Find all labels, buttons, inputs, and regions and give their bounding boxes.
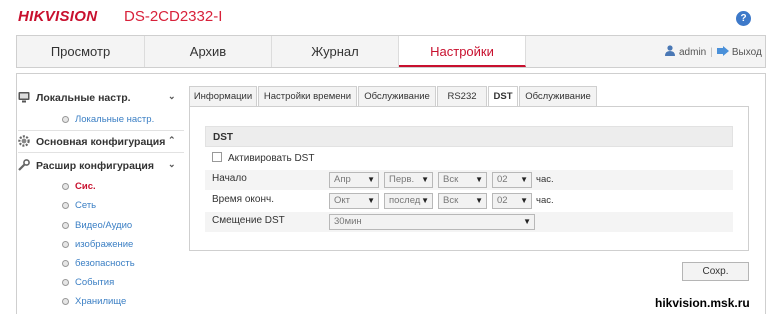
save-button[interactable]: Сохр. [682, 262, 749, 281]
bullet-icon [62, 298, 69, 305]
enable-dst-checkbox[interactable] [212, 152, 222, 162]
enable-dst-label: Активировать DST [228, 153, 315, 164]
logout-icon[interactable] [716, 46, 729, 56]
sidebar-item-image[interactable]: изображение [62, 239, 133, 250]
bullet-icon [62, 116, 69, 123]
gear-icon [18, 135, 30, 147]
end-hour-unit: час. [536, 195, 554, 206]
chevron-down-icon[interactable]: ⌄ [168, 91, 176, 102]
watermark: hikvision.msk.ru [655, 296, 750, 310]
dst-bias-label: Смещение DST [212, 215, 285, 226]
subtab-service[interactable]: Обслуживание [519, 86, 597, 106]
bullet-icon [62, 279, 69, 286]
tab-log[interactable]: Журнал [272, 36, 399, 67]
user-separator: | [710, 47, 713, 58]
logout-link[interactable]: Выход [732, 47, 762, 58]
sidebar-item-local-config[interactable]: Локальные настр. [62, 114, 154, 125]
start-hour-select[interactable]: 02 ▼ [492, 172, 532, 188]
subtab-dst[interactable]: DST [488, 86, 518, 107]
start-day-select[interactable]: Вск ▼ [438, 172, 487, 188]
sidebar-item-system[interactable]: Сис. [62, 181, 96, 192]
dst-bias-select[interactable]: 30мин ▼ [329, 214, 535, 230]
bullet-icon [62, 183, 69, 190]
user-area: admin | Выход [665, 45, 762, 58]
dropdown-arrow-icon: ▼ [421, 175, 429, 184]
end-time-row: Время оконч. Окт ▼ послед ▼ Вск ▼ 02 ▼ час. [205, 191, 733, 211]
tab-live-view[interactable]: Просмотр [17, 36, 145, 67]
chevron-down-icon[interactable]: ⌄ [168, 159, 176, 170]
start-month-select[interactable]: Апр ▼ [329, 172, 379, 188]
subtab-rs232[interactable]: RS232 [437, 86, 487, 106]
start-hour-unit: час. [536, 174, 554, 185]
sidebar-item-video-audio[interactable]: Видео/Аудио [62, 220, 132, 231]
help-icon[interactable]: ? [736, 11, 751, 26]
sidebar-item-network[interactable]: Сеть [62, 200, 96, 211]
bullet-icon [62, 202, 69, 209]
bullet-icon [62, 241, 69, 248]
main-nav: Просмотр Архив Журнал Настройки admin | Вы… [16, 35, 766, 68]
sidebar-divider [18, 130, 184, 131]
dropdown-arrow-icon: ▼ [520, 196, 528, 205]
tab-configuration[interactable]: Настройки [399, 36, 526, 67]
tab-playback[interactable]: Архив [145, 36, 272, 67]
sidebar-item-storage[interactable]: Хранилище [62, 296, 126, 307]
bullet-icon [62, 260, 69, 267]
sidebar-group-advanced[interactable]: Расшир конфигурация ⌄ [18, 159, 176, 172]
enable-dst-row[interactable]: Активировать DST [212, 152, 314, 164]
sidebar-item-events[interactable]: События [62, 277, 114, 288]
dropdown-arrow-icon: ▼ [421, 196, 429, 205]
subtab-maintenance[interactable]: Обслуживание [358, 86, 436, 106]
end-day-select[interactable]: Вск ▼ [438, 193, 487, 209]
brand-logo: HIKVISION [18, 8, 98, 25]
monitor-icon [18, 92, 30, 103]
wrench-icon [18, 159, 30, 171]
sidebar-item-security[interactable]: безопасность [62, 258, 135, 269]
start-time-row: Начало Апр ▼ Перв. ▼ Вск ▼ 02 ▼ час. [205, 170, 733, 190]
dst-bias-row: Смещение DST 30мин ▼ [205, 212, 733, 232]
end-month-select[interactable]: Окт ▼ [329, 193, 379, 209]
subtab-device-info[interactable]: Информации [189, 86, 257, 106]
end-time-label: Время оконч. [212, 194, 274, 205]
bullet-icon [62, 222, 69, 229]
subtab-time-settings[interactable]: Настройки времени [258, 86, 357, 106]
user-icon [665, 45, 675, 56]
end-hour-select[interactable]: 02 ▼ [492, 193, 532, 209]
username: admin [679, 47, 707, 58]
dropdown-arrow-icon: ▼ [367, 196, 375, 205]
sidebar-group-basic[interactable]: Основная конфигурация ⌃ [18, 135, 176, 148]
sidebar-divider [18, 152, 184, 153]
start-week-select[interactable]: Перв. ▼ [384, 172, 433, 188]
dst-section-title: DST [205, 126, 733, 147]
dropdown-arrow-icon: ▼ [367, 175, 375, 184]
dropdown-arrow-icon: ▼ [520, 175, 528, 184]
end-week-select[interactable]: послед ▼ [384, 193, 433, 209]
dropdown-arrow-icon: ▼ [475, 196, 483, 205]
device-model: DS-2CD2332-I [124, 8, 223, 25]
dropdown-arrow-icon: ▼ [475, 175, 483, 184]
sidebar-group-local[interactable]: Локальные настр. ⌄ [18, 91, 176, 104]
start-time-label: Начало [212, 173, 247, 184]
chevron-up-icon[interactable]: ⌃ [168, 135, 176, 146]
dropdown-arrow-icon: ▼ [523, 217, 531, 226]
